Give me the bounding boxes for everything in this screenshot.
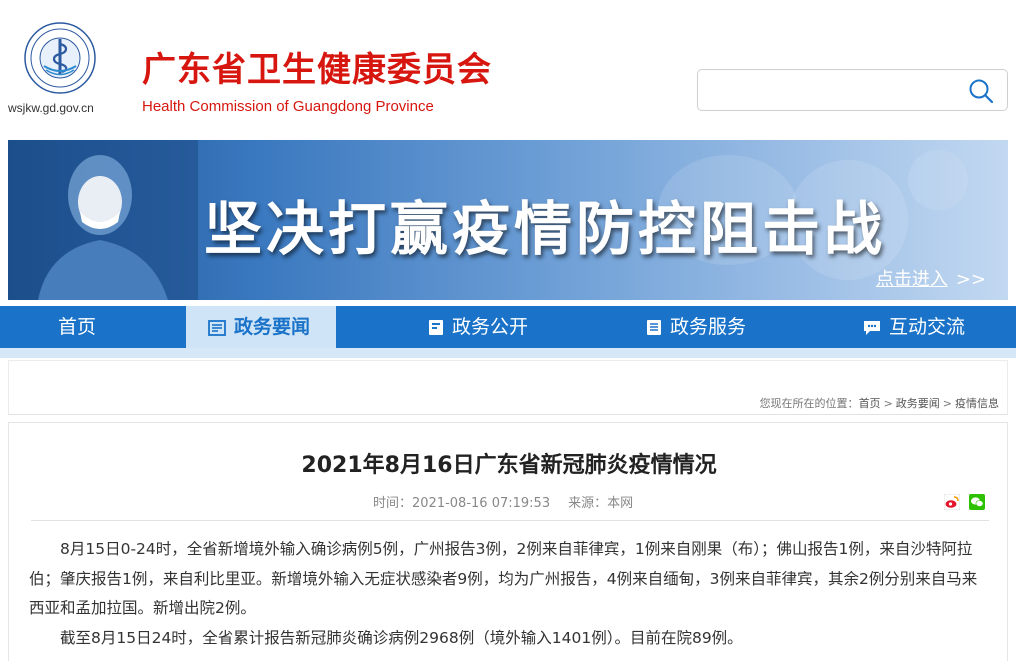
nav-item-label: 互动交流	[889, 316, 966, 338]
nav-item-gov-service[interactable]: 政务服务	[646, 306, 746, 348]
share-bar	[940, 491, 985, 510]
double-chevron-right-icon: >>	[955, 269, 986, 290]
nav-item-label: 政务服务	[670, 316, 747, 338]
search-box	[697, 69, 1008, 111]
site-title-english: Health Commission of Guangdong Province	[142, 98, 434, 115]
article-paragraph: 8月15日0-24时，全省新增境外输入确诊病例5例，广州报告3例，2例来自菲律宾…	[29, 540, 978, 617]
document-icon	[647, 320, 661, 335]
article-paragraph: 截至8月15日24时，全省累计报告新冠肺炎确诊病例2968例（境外输入1401例…	[60, 628, 743, 647]
search-input[interactable]	[706, 76, 956, 104]
breadcrumb-item-home[interactable]: 首页	[859, 397, 881, 410]
nav-item-label: 政务公开	[452, 316, 529, 338]
article-meta: 时间：2021-08-16 07:19:53 来源：本网	[373, 492, 633, 511]
news-icon	[208, 319, 226, 336]
chat-icon	[864, 320, 880, 335]
site-domain: wsjkw.gd.gov.cn	[8, 101, 94, 115]
breadcrumb: 您现在所在的位置：首页 > 政务要闻 > 疫情信息	[760, 395, 999, 411]
nav-item-label: 首页	[58, 316, 97, 338]
nav-underbar	[0, 348, 1016, 358]
breadcrumb-item-epidemic[interactable]: 疫情信息	[955, 397, 999, 410]
site-title[interactable]: 广东省卫生健康委员会	[142, 50, 492, 90]
enter-link[interactable]: 点击进入 >>	[876, 265, 986, 291]
breadcrumb-item-news[interactable]: 政务要闻	[896, 397, 940, 410]
breadcrumb-area: 您现在所在的位置：首页 > 政务要闻 > 疫情信息	[8, 360, 1008, 414]
breadcrumb-separator: >	[883, 397, 893, 410]
source-label: 来源：	[568, 496, 608, 511]
article-container: 2021年8月16日广东省新冠肺炎疫情情况 时间：2021-08-16 07:1…	[8, 422, 1008, 661]
article-body: 8月15日0-24时，全省新增境外输入确诊病例5例，广州报告3例，2例来自菲律宾…	[29, 535, 991, 653]
article-title: 2021年8月16日广东省新冠肺炎疫情情况	[301, 453, 717, 478]
health-commission-logo-icon[interactable]	[24, 22, 96, 94]
nav-item-news[interactable]: 政务要闻	[186, 306, 336, 348]
wechat-icon[interactable]	[969, 493, 985, 510]
main-nav: 首页 政务要闻 政务公开 政务服务 互动交流	[0, 306, 1016, 348]
nav-item-home[interactable]: 首页	[58, 306, 96, 348]
epidemic-banner[interactable]: 坚决打赢疫情防控阻击战 点击进入 >>	[8, 140, 1008, 300]
article-divider	[31, 520, 989, 521]
search-icon[interactable]	[967, 77, 995, 105]
time-label: 时间：	[373, 496, 413, 511]
site-header: wsjkw.gd.gov.cn 广东省卫生健康委员会 Health Commis…	[0, 0, 1016, 138]
book-icon	[429, 320, 443, 335]
breadcrumb-prefix: 您现在所在的位置：	[759, 397, 859, 410]
enter-link-label: 点击进入	[875, 269, 948, 290]
nav-item-interaction[interactable]: 互动交流	[863, 306, 965, 348]
publish-time: 2021-08-16 07:19:53	[412, 496, 551, 511]
weibo-icon[interactable]	[943, 493, 961, 510]
breadcrumb-divider	[8, 414, 1008, 415]
nav-item-gov-open[interactable]: 政务公开	[428, 306, 528, 348]
banner-slogan: 坚决打赢疫情防控阻击战	[204, 195, 887, 263]
nav-item-label: 政务要闻	[234, 316, 311, 338]
breadcrumb-separator: >	[942, 397, 952, 410]
article-source: 本网	[607, 496, 634, 511]
